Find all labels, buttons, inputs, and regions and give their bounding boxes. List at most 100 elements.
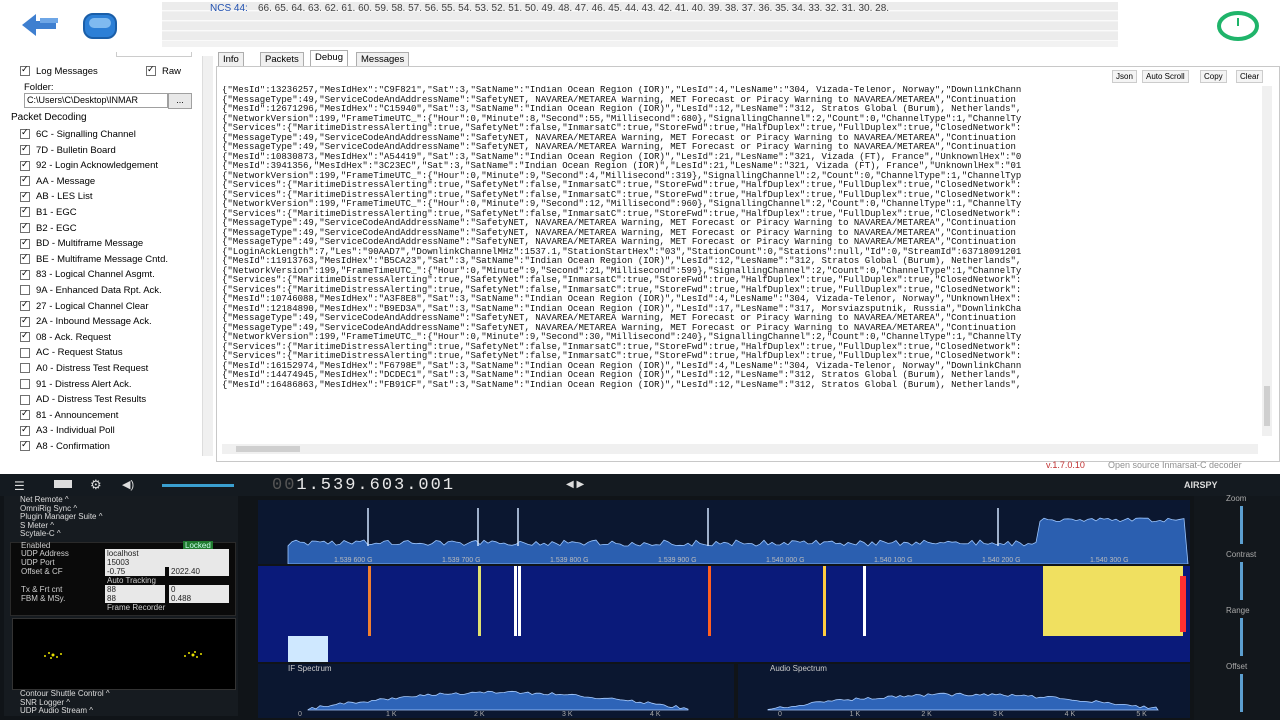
packet-checkbox[interactable] — [20, 270, 30, 280]
packet-option[interactable]: BE - Multiframe Message Cntd. — [20, 254, 168, 268]
packet-checkbox[interactable] — [20, 207, 30, 217]
tab-info[interactable]: Info — [218, 52, 244, 66]
packet-checkbox[interactable] — [20, 129, 30, 139]
waterfall-panel[interactable] — [258, 566, 1190, 662]
packet-option[interactable]: B1 - EGC — [20, 207, 77, 221]
packet-option[interactable]: 2A - Inbound Message Ack. — [20, 316, 152, 330]
packet-option[interactable]: 9A - Enhanced Data Rpt. Ack. — [20, 285, 162, 299]
packet-checkbox[interactable] — [20, 348, 30, 358]
gear-icon[interactable]: ⚙ — [90, 477, 102, 493]
packet-option[interactable]: A3 - Individual Poll — [20, 425, 115, 439]
packet-checkbox[interactable] — [20, 192, 30, 202]
frequency-tick: 1.540 200 G — [982, 557, 1021, 564]
packet-label: B1 - EGC — [36, 207, 77, 218]
display-control-label: Contrast — [1226, 550, 1256, 559]
packet-option[interactable]: 7D - Bulletin Board — [20, 145, 116, 159]
packet-option[interactable]: 27 - Logical Channel Clear — [20, 301, 148, 315]
scroll-thumb[interactable] — [1264, 386, 1270, 426]
tab-packets[interactable]: Packets — [260, 52, 304, 66]
packet-checkbox[interactable] — [20, 223, 30, 233]
raw-option[interactable]: Raw — [146, 66, 181, 80]
spectrum-line — [288, 518, 1188, 564]
log-messages-option[interactable]: Log Messages — [20, 66, 98, 80]
display-control-slider[interactable] — [1240, 562, 1243, 600]
display-control-slider[interactable] — [1240, 674, 1243, 712]
packet-checkbox[interactable] — [20, 239, 30, 249]
auto-tracking-option[interactable]: Auto Tracking — [107, 576, 156, 585]
log-messages-checkbox[interactable] — [20, 66, 30, 76]
status-icon[interactable] — [1216, 10, 1260, 42]
packet-option[interactable]: 92 - Login Acknowledgement — [20, 160, 158, 174]
packet-option[interactable]: A0 - Distress Test Request — [20, 363, 148, 377]
packet-checkbox[interactable] — [20, 426, 30, 436]
packet-label: BD - Multiframe Message — [36, 238, 143, 249]
udp-address-input[interactable]: localhost — [105, 549, 229, 558]
frequency-tick: 1.539 700 G — [442, 557, 481, 564]
display-control-slider[interactable] — [1240, 618, 1243, 656]
browse-folder-button[interactable]: ... — [168, 93, 192, 109]
packet-option[interactable]: 91 - Distress Alert Ack. — [20, 379, 132, 393]
packet-checkbox[interactable] — [20, 441, 30, 451]
packet-option[interactable]: 81 - Announcement — [20, 410, 118, 424]
rf-spectrum-panel[interactable] — [258, 500, 1190, 564]
packet-option[interactable]: AC - Request Status — [20, 347, 123, 361]
auto-scroll-button[interactable]: Auto Scroll — [1142, 70, 1189, 83]
packet-option[interactable]: B2 - EGC — [20, 223, 77, 237]
tab-debug[interactable]: Debug — [310, 50, 348, 66]
log-horizontal-scrollbar[interactable] — [222, 444, 1258, 454]
packet-checkbox[interactable] — [20, 176, 30, 186]
packet-checkbox[interactable] — [20, 395, 30, 405]
display-control-label: Offset — [1226, 662, 1247, 671]
packet-checkbox[interactable] — [20, 285, 30, 295]
frt-value: 0 — [169, 585, 229, 594]
packet-option[interactable]: AD - Distress Test Results — [20, 394, 146, 408]
packet-option[interactable]: AB - LES List — [20, 191, 93, 205]
speaker-icon[interactable]: ◀) — [122, 478, 134, 491]
play-stop-icon[interactable] — [54, 480, 72, 488]
packet-checkbox[interactable] — [20, 145, 30, 155]
raw-checkbox[interactable] — [146, 66, 156, 76]
msy-value: 0.488 — [169, 594, 229, 603]
packet-checkbox[interactable] — [20, 363, 30, 373]
packet-option[interactable]: 08 - Ack. Request — [20, 332, 111, 346]
display-control-slider[interactable] — [1240, 506, 1243, 544]
stop-button[interactable] — [82, 12, 118, 40]
scroll-thumb[interactable] — [236, 446, 300, 452]
udp-port-input[interactable]: 15003 — [105, 558, 229, 567]
packet-checkbox[interactable] — [20, 379, 30, 389]
debug-log-text[interactable]: {"MesId":13236257,"MesIdHex":"C9F821","S… — [222, 86, 1258, 426]
tuning-arrows-icon[interactable]: ◀ ▶ — [566, 479, 584, 490]
packet-checkbox[interactable] — [20, 317, 30, 327]
offset-label: Offset & CF — [21, 567, 63, 576]
packet-label: 83 - Logical Channel Asgmt. — [36, 269, 155, 280]
menu-icon[interactable]: ☰ — [14, 479, 25, 493]
packet-checkbox[interactable] — [20, 332, 30, 342]
packet-checkbox[interactable] — [20, 410, 30, 420]
packet-option[interactable]: 6C - Signalling Channel — [20, 129, 136, 143]
packet-option[interactable]: BD - Multiframe Message — [20, 238, 143, 252]
back-button[interactable] — [20, 10, 60, 40]
folder-path-input[interactable]: C:\Users\C\Desktop\INMAR — [24, 93, 168, 108]
packet-option[interactable]: A8 - Confirmation — [20, 441, 110, 455]
options-scrollbar[interactable] — [202, 56, 213, 456]
packet-checkbox[interactable] — [20, 254, 30, 264]
packet-checkbox[interactable] — [20, 161, 30, 171]
packet-option[interactable]: AA - Message — [20, 176, 95, 190]
packet-option[interactable]: 83 - Logical Channel Asgmt. — [20, 269, 155, 283]
rf-spectrum-trace — [258, 500, 1190, 564]
copy-button[interactable]: Copy — [1200, 70, 1227, 83]
plugin-item[interactable]: Scytale-C ^ — [20, 529, 61, 538]
spectrum-tick: 1 K — [386, 711, 397, 718]
clear-button[interactable]: Clear — [1236, 70, 1263, 83]
frequency-tick: 1.539 600 G — [334, 557, 373, 564]
waterfall-signal — [478, 566, 481, 636]
offset-value: -0.75 — [105, 567, 165, 576]
json-button[interactable]: Json — [1112, 70, 1137, 83]
frame-recorder-option[interactable]: Frame Recorder — [107, 603, 165, 612]
tab-messages[interactable]: Messages — [356, 52, 409, 66]
log-vertical-scrollbar[interactable] — [1262, 86, 1272, 436]
volume-slider[interactable] — [162, 484, 234, 487]
packet-checkbox[interactable] — [20, 301, 30, 311]
plugin-item[interactable]: UDP Audio Stream ^ — [20, 706, 93, 715]
frequency-display[interactable]: 001.539.603.001 — [272, 476, 455, 495]
